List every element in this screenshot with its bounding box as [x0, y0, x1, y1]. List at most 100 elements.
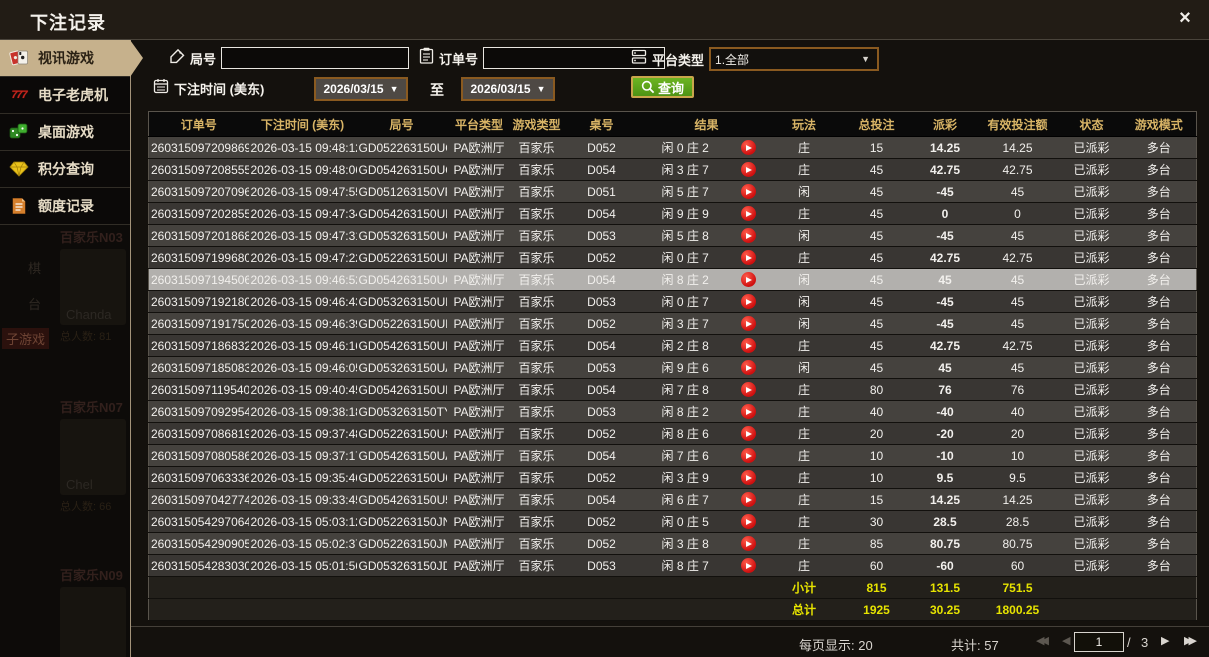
column-header: 结果 [641, 111, 772, 137]
play-video-icon[interactable] [740, 382, 756, 397]
game-no-cell: GD052263150U6 [358, 470, 447, 485]
play-video-icon[interactable] [740, 140, 756, 155]
payout-cell: -45 [936, 184, 954, 199]
result-text: 闲 8 庄 2 [661, 405, 709, 419]
table-row[interactable]: 260315097086819 2026-03-15 09:37:48 GD0522… [148, 422, 1197, 445]
game-no-cell: GD052263150UN [358, 250, 447, 265]
mode-cell: 多台 [1146, 317, 1171, 331]
result-text: 闲 3 庄 9 [661, 471, 709, 485]
play-video-icon[interactable] [740, 426, 756, 441]
play-type-cell: 庄 [797, 339, 810, 353]
play-video-icon[interactable] [740, 492, 756, 507]
table-row[interactable]: 260315097063336 2026-03-15 09:35:46 GD0522… [148, 466, 1197, 489]
play-video-icon[interactable] [740, 184, 756, 199]
status-cell: 已派彩 [1073, 383, 1110, 397]
play-type-cell: 庄 [797, 141, 810, 155]
play-video-icon[interactable] [740, 162, 756, 177]
prev-page-icon[interactable]: ◀ [1062, 634, 1070, 647]
table-row[interactable]: 260315097186832 2026-03-15 09:46:16 GD0542… [148, 334, 1197, 357]
table-row[interactable]: 260315097207096 2026-03-15 09:47:55 GD0512… [148, 180, 1197, 203]
play-video-icon[interactable] [740, 514, 756, 529]
total-bet-cell: 45 [869, 316, 884, 331]
last-page-icon[interactable]: ▶▶ [1184, 634, 1197, 647]
page-number-input[interactable] [1074, 632, 1124, 652]
table-row[interactable]: 260315097092954 2026-03-15 09:38:18 GD0532… [148, 400, 1197, 423]
play-video-icon[interactable] [740, 338, 756, 353]
valid-bet-cell: 14.25 [1002, 140, 1033, 155]
result-cell: 闲 8 庄 7 [642, 555, 772, 577]
play-video-icon[interactable] [740, 558, 756, 573]
sidebar-item-slots[interactable]: 777 电子老虎机 [0, 77, 130, 114]
table-row[interactable]: 260315097199680 2026-03-15 09:47:22 GD0522… [148, 246, 1197, 269]
table-row[interactable]: 260315097208555 2026-03-15 09:48:06 GD0542… [148, 158, 1197, 181]
table-row[interactable]: 260315097202855 2026-03-15 09:47:34 GD0542… [148, 202, 1197, 225]
table-no-cell: D053 [587, 404, 616, 419]
table-row[interactable]: 260315097194506 2026-03-15 09:46:52 GD0542… [148, 268, 1197, 291]
sidebar-item-label: 视讯游戏 [38, 50, 94, 66]
date-from-select[interactable]: 2026/03/15 ▼ [314, 77, 408, 101]
valid-bet-cell: 45 [1010, 184, 1025, 199]
table-row[interactable]: 260315054297064 2026-03-15 05:03:12 GD0522… [148, 510, 1197, 533]
play-video-icon[interactable] [740, 404, 756, 419]
date-to-select[interactable]: 2026/03/15 ▼ [461, 77, 555, 101]
table-row[interactable]: 260315097191750 2026-03-15 09:46:39 GD0522… [148, 312, 1197, 335]
table-row[interactable]: 260315097209869 2026-03-15 09:48:12 GD0522… [148, 136, 1197, 159]
play-video-icon[interactable] [740, 360, 756, 375]
column-header: 派彩 [916, 111, 974, 137]
table-row[interactable]: 260315097080586 2026-03-15 09:37:17 GD0542… [148, 444, 1197, 467]
platform-cell: PA欧洲厅 [453, 163, 505, 177]
play-type-cell: 庄 [797, 471, 810, 485]
total-bet-cell: 45 [869, 228, 884, 243]
play-video-icon[interactable] [740, 316, 756, 331]
platform-type-select[interactable]: 1.全部 ▼ [709, 47, 880, 71]
table-row[interactable]: 260315097119540 2026-03-15 09:40:45 GD0542… [148, 378, 1197, 401]
order-no-cell: 260315097202855 [151, 206, 249, 221]
table-row[interactable]: 260315054290905 2026-03-15 05:02:37 GD0522… [148, 532, 1197, 555]
game-type-cell: 百家乐 [518, 537, 555, 551]
first-page-icon[interactable]: ◀◀ [1036, 634, 1049, 647]
query-button[interactable]: 查询 [631, 76, 695, 98]
table-row[interactable]: 260315097185083 2026-03-15 09:46:05 GD0532… [148, 356, 1197, 379]
sidebar-item-video-games[interactable]: 视讯游戏 [0, 40, 143, 77]
table-row[interactable]: 260315097201868 2026-03-15 09:47:31 GD0532… [148, 224, 1197, 247]
play-video-icon[interactable] [740, 272, 756, 287]
next-page-icon[interactable]: ▶ [1161, 634, 1169, 647]
total-bet-cell: 85 [869, 536, 884, 551]
order-no-cell: 260315097080586 [151, 448, 249, 463]
play-video-icon[interactable] [740, 536, 756, 551]
order-no-cell: 260315097191750 [151, 316, 249, 331]
cards-icon [8, 48, 30, 68]
close-icon[interactable]: × [1174, 7, 1196, 29]
play-video-icon[interactable] [740, 448, 756, 463]
background-text-fragment: 棋 [28, 261, 42, 276]
table-row[interactable]: 260315054283030 2026-03-15 05:01:56 GD0532… [148, 554, 1197, 577]
game-no-input[interactable] [221, 47, 410, 69]
dice-icon [8, 122, 30, 142]
table-row[interactable]: 260315097042774 2026-03-15 09:33:45 GD0542… [148, 488, 1197, 511]
play-video-icon[interactable] [740, 206, 756, 221]
play-video-icon[interactable] [740, 250, 756, 265]
mode-cell: 多台 [1146, 449, 1171, 463]
game-no-cell: GD052263150UO [358, 140, 447, 155]
result-cell: 闲 3 庄 9 [642, 467, 772, 489]
result-text: 闲 5 庄 7 [661, 185, 709, 199]
sidebar-item-table-games[interactable]: 桌面游戏 [0, 114, 130, 151]
table-no-cell: D054 [587, 492, 616, 507]
sidebar-item-quota-record[interactable]: 额度记录 [0, 188, 130, 225]
play-video-icon[interactable] [740, 228, 756, 243]
sidebar-item-points-query[interactable]: 积分查询 [0, 151, 130, 188]
play-video-icon[interactable] [740, 470, 756, 485]
order-no-cell: 260315097207096 [151, 184, 249, 199]
column-header: 下注时间 (美东) [248, 111, 357, 137]
game-no-cell: GD051263150VR [358, 184, 447, 199]
background-text-fragment: 子游戏 [2, 328, 50, 349]
game-no-cell: GD054263150UF [358, 382, 447, 397]
result-text: 闲 0 庄 2 [661, 141, 709, 155]
table-no-cell: D052 [587, 470, 616, 485]
play-video-icon[interactable] [740, 294, 756, 309]
bet-time-cell: 2026-03-15 09:46:05 [250, 360, 357, 375]
table-row[interactable]: 260315097192180 2026-03-15 09:46:43 GD0532… [148, 290, 1197, 313]
status-cell: 已派彩 [1073, 559, 1110, 573]
bet-time-cell: 2026-03-15 05:02:37 [250, 536, 357, 551]
table-no-cell: D054 [587, 448, 616, 463]
